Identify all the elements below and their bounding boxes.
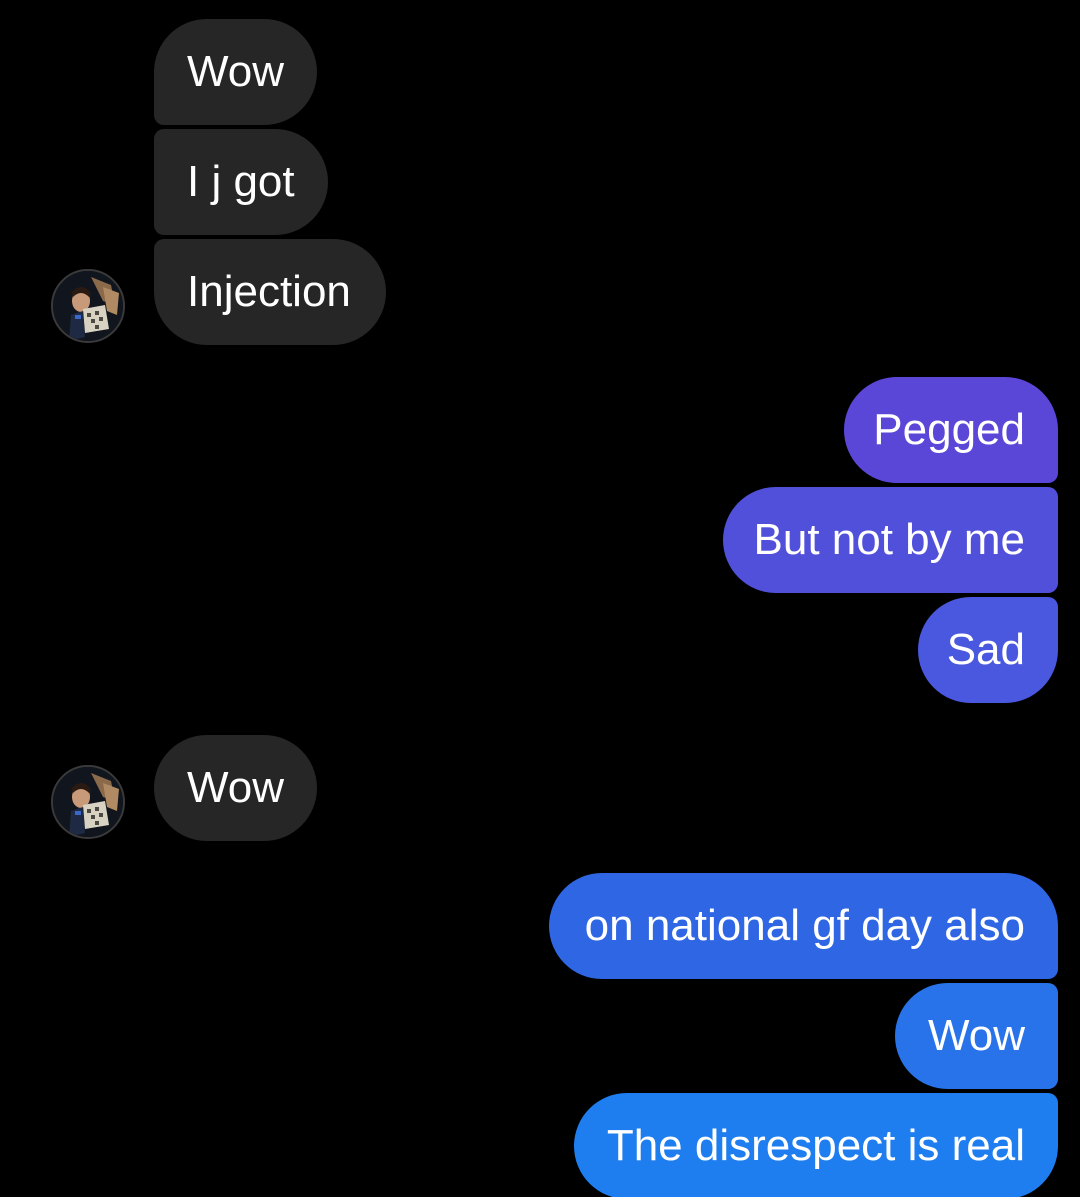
outgoing-message-bubble[interactable]: Sad [918,597,1058,703]
outgoing-message-bubble[interactable]: Pegged [844,377,1058,483]
message-text: Wow [187,47,284,96]
incoming-message-bubble[interactable]: Injection [154,239,386,345]
outgoing-message-bubble[interactable]: Wow [895,983,1058,1089]
message-thread[interactable]: Wow I j got Injection Pegged But not by … [0,0,1080,1197]
message-text: The disrespect is real [606,1121,1025,1170]
contact-avatar[interactable] [51,269,125,343]
contact-avatar[interactable] [51,765,125,839]
message-text: Wow [928,1011,1025,1060]
message-text: Pegged [873,405,1025,454]
outgoing-message-bubble[interactable]: The disrespect is real [574,1093,1058,1197]
message-text: Injection [187,267,351,316]
incoming-message-bubble[interactable]: Wow [154,19,317,125]
incoming-message-bubble[interactable]: Wow [154,735,317,841]
message-text: But not by me [753,515,1025,564]
profile-photo-icon [53,271,123,341]
message-text: on national gf day also [584,901,1025,950]
outgoing-message-bubble[interactable]: on national gf day also [549,873,1058,979]
outgoing-message-bubble[interactable]: But not by me [723,487,1058,593]
message-text: I j got [187,157,295,206]
incoming-message-bubble[interactable]: I j got [154,129,328,235]
profile-photo-icon [53,767,123,837]
message-text: Wow [187,763,284,812]
message-text: Sad [946,625,1025,674]
